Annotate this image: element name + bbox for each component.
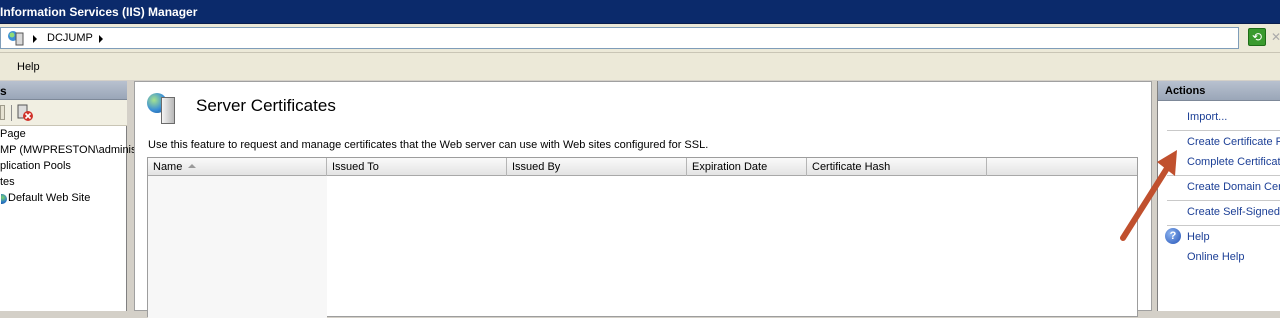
sorted-column-background <box>148 176 327 318</box>
column-header-name-label: Name <box>153 161 183 173</box>
feature-description: Use this feature to request and manage c… <box>148 139 709 151</box>
breadcrumb-expand-icon[interactable] <box>99 35 103 43</box>
refresh-icon[interactable]: ⟲ <box>1248 28 1266 46</box>
column-header-issued-to[interactable]: Issued To <box>327 158 507 176</box>
main-panel: Server Certificates Use this feature to … <box>134 81 1152 318</box>
breadcrumb-dcjump[interactable]: DCJUMP <box>47 32 93 44</box>
action-complete-certificate-request[interactable]: Complete Certificate <box>1187 156 1280 168</box>
tree-item-default-web-site[interactable]: Default Web Site <box>8 192 90 204</box>
menu-help[interactable]: Help <box>17 61 40 73</box>
annotation-arrow <box>1120 150 1177 241</box>
action-create-domain-certificate[interactable]: Create Domain Cert <box>1187 181 1280 193</box>
divider <box>1167 130 1280 131</box>
list-header: Name Issued To Issued By Expiration Date… <box>148 158 1137 176</box>
tree-item-server[interactable]: MP (MWPRESTON\administr <box>0 144 143 156</box>
save-icon[interactable] <box>0 105 5 120</box>
action-help[interactable]: Help <box>1187 231 1210 243</box>
certificates-list[interactable]: Name Issued To Issued By Expiration Date… <box>147 157 1138 318</box>
server-icon <box>8 31 24 46</box>
column-header-issued-by[interactable]: Issued By <box>507 158 687 176</box>
action-online-help[interactable]: Online Help <box>1187 251 1244 263</box>
menu-bar: Help <box>0 53 1280 80</box>
tree-item-application-pools[interactable]: plication Pools <box>0 160 71 172</box>
globe-icon <box>1 194 7 204</box>
disconnect-icon[interactable] <box>16 104 34 122</box>
connections-panel: s Page MP (MWPRESTON\administr plication… <box>0 81 143 311</box>
breadcrumb-separator-icon[interactable] <box>33 35 37 43</box>
action-import[interactable]: Import... <box>1187 111 1227 123</box>
connections-header: s <box>0 81 127 100</box>
stop-icon[interactable]: ✕ <box>1271 30 1280 44</box>
tree-item-start-page[interactable]: Page <box>0 128 26 140</box>
toolbar-divider <box>11 105 12 121</box>
connections-header-label: s <box>0 84 7 98</box>
address-bar[interactable]: DCJUMP <box>0 27 1239 49</box>
actions-header-label: Actions <box>1165 85 1206 97</box>
action-create-certificate-request[interactable]: Create Certificate R <box>1187 136 1280 148</box>
column-header-certificate-hash[interactable]: Certificate Hash <box>807 158 987 176</box>
connections-toolbar <box>0 100 127 126</box>
tree-item-sites[interactable]: tes <box>0 176 15 188</box>
column-header-name[interactable]: Name <box>148 158 327 176</box>
action-create-self-signed-certificate[interactable]: Create Self-Signed <box>1187 206 1280 218</box>
page-title: Server Certificates <box>196 96 336 115</box>
actions-header: Actions <box>1158 81 1280 101</box>
window-title: Information Services (IIS) Manager <box>0 5 198 19</box>
server-certificates-icon <box>161 97 175 124</box>
sort-ascending-icon <box>188 164 196 168</box>
column-header-expiration-date[interactable]: Expiration Date <box>687 158 807 176</box>
title-bar: Information Services (IIS) Manager <box>0 0 1280 24</box>
